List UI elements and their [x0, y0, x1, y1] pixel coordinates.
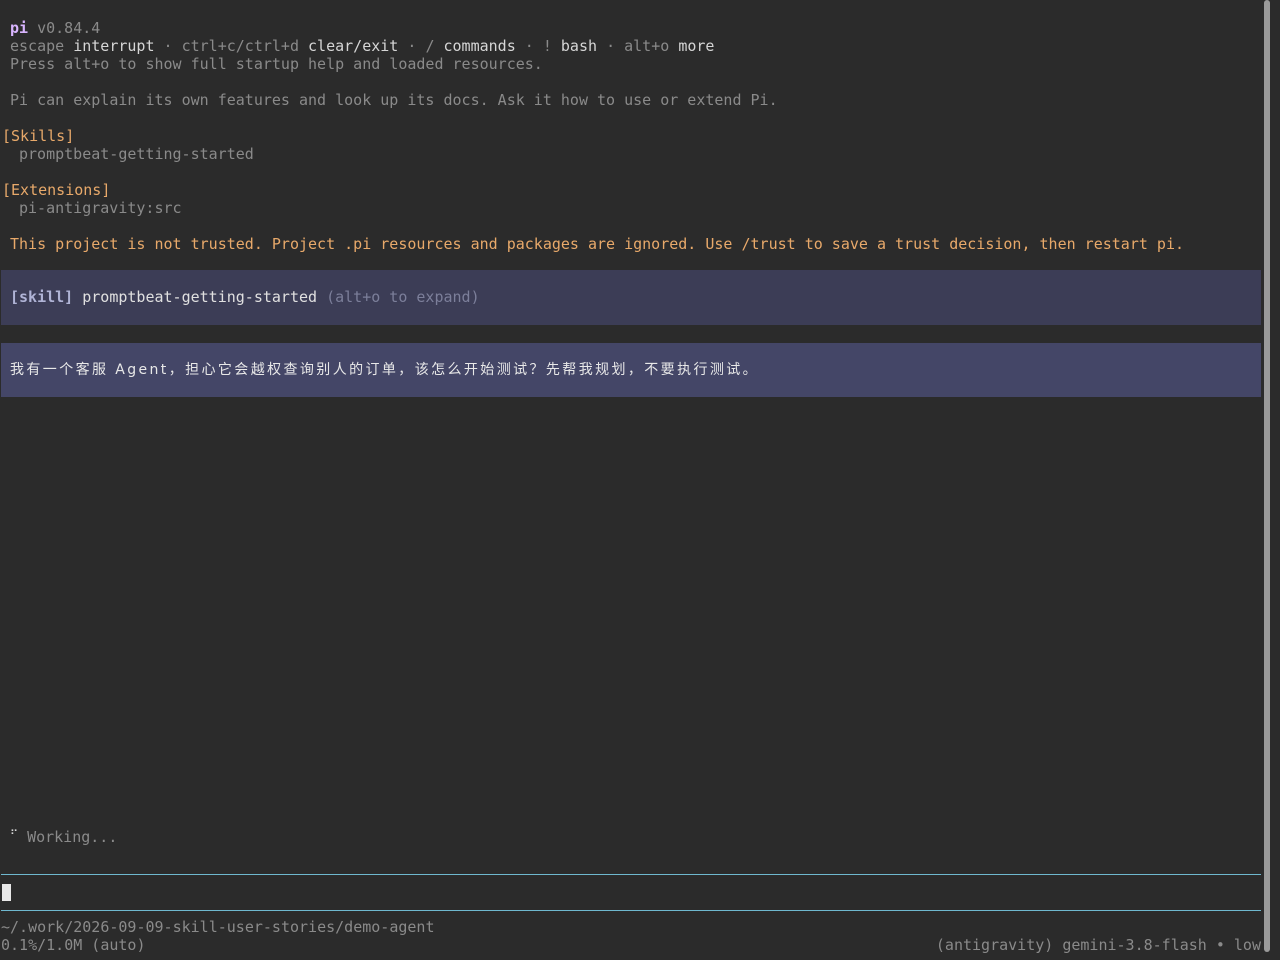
shortcut-key-more: alt+o	[624, 37, 670, 55]
skill-block-name: promptbeat-getting-started	[82, 288, 318, 306]
text-cursor	[2, 884, 11, 901]
separator: ·	[606, 37, 616, 55]
user-message-block: 我有一个客服 Agent，担心它会越权查询别人的订单，该怎么开始测试？先帮我规划…	[1, 343, 1261, 397]
prompt-input[interactable]	[1, 875, 1261, 910]
startup-hint: Press alt+o to show full startup help an…	[10, 55, 543, 73]
skill-tag: [skill]	[10, 288, 74, 306]
shortcut-label-interrupt: interrupt	[73, 37, 155, 55]
shortcut-label-more: more	[678, 37, 715, 55]
extension-item: pi-antigravity:src	[19, 199, 182, 217]
separator: ·	[524, 37, 534, 55]
shortcut-bar: escape interrupt · ctrl+c/ctrl+d clear/e…	[10, 37, 714, 55]
status-text: Working...	[27, 828, 118, 846]
shortcut-key-escape: escape	[10, 37, 65, 55]
shortcut-key-commands: /	[425, 37, 435, 55]
separator: ·	[163, 37, 173, 55]
user-message-text: 我有一个客服 Agent，担心它会越权查询别人的订单，该怎么开始测试？先帮我规划…	[10, 362, 760, 378]
trust-warning: This project is not trusted. Project .pi…	[10, 235, 1184, 253]
skill-item: promptbeat-getting-started	[19, 145, 254, 163]
shortcut-label-commands: commands	[443, 37, 516, 55]
shortcut-key-bash: !	[542, 37, 552, 55]
skill-expand-hint: (alt+o to expand)	[326, 288, 480, 306]
skill-block[interactable]: [skill] promptbeat-getting-started (alt+…	[1, 270, 1261, 325]
skill-block-line: [skill] promptbeat-getting-started (alt+…	[10, 288, 480, 306]
working-directory: ~/.work/2026-09-09-skill-user-stories/de…	[1, 918, 435, 936]
scrollbar[interactable]	[1264, 0, 1270, 952]
intro-text: Pi can explain its own features and look…	[10, 91, 778, 109]
shortcut-label-clear-exit: clear/exit	[308, 37, 399, 55]
status-line: ⠋ Working...	[10, 828, 117, 846]
header-title-line: pi v0.84.4	[10, 19, 100, 37]
context-usage: 0.1%/1.0M (auto)	[1, 936, 146, 954]
spinner-icon: ⠋	[10, 828, 19, 841]
skills-heading: [Skills]	[2, 127, 75, 145]
input-bottom-border	[1, 910, 1261, 911]
separator: ·	[407, 37, 417, 55]
shortcut-label-bash: bash	[560, 37, 598, 55]
model-info: (antigravity) gemini-3.8-flash • low	[935, 936, 1261, 954]
extensions-heading: [Extensions]	[2, 181, 111, 199]
app-name: pi	[10, 19, 29, 37]
app-version: v0.84.4	[37, 19, 101, 37]
shortcut-key-clear: ctrl+c/ctrl+d	[181, 37, 299, 55]
